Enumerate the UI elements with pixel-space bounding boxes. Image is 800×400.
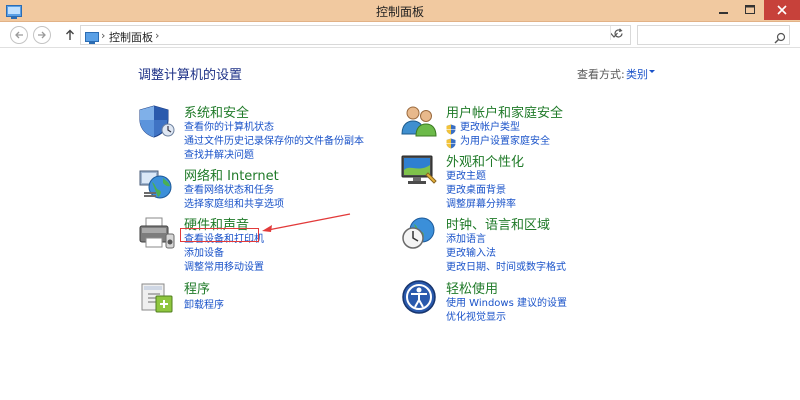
link-desktop-background[interactable]: 更改桌面背景 bbox=[446, 181, 506, 196]
link-homegroup-sharing[interactable]: 选择家庭组和共享选项 bbox=[184, 195, 284, 210]
link-change-theme[interactable]: 更改主题 bbox=[446, 167, 486, 182]
up-button[interactable] bbox=[63, 27, 77, 43]
refresh-button[interactable] bbox=[610, 26, 626, 40]
link-change-account-type[interactable]: 更改帐户类型 bbox=[460, 118, 520, 133]
annotation-highlight-box bbox=[180, 228, 259, 242]
close-button[interactable] bbox=[764, 0, 800, 20]
link-network-status[interactable]: 查看网络状态和任务 bbox=[184, 181, 274, 196]
monitor-icon[interactable] bbox=[400, 151, 438, 189]
link-mobility-settings[interactable]: 调整常用移动设置 bbox=[184, 258, 264, 273]
link-family-safety[interactable]: 为用户设置家庭安全 bbox=[460, 132, 550, 147]
link-file-history-backup[interactable]: 通过文件历史记录保存你的文件备份副本 bbox=[184, 132, 364, 147]
link-screen-resolution[interactable]: 调整屏幕分辨率 bbox=[446, 195, 516, 210]
programs-icon[interactable] bbox=[138, 278, 176, 316]
view-by-dropdown[interactable]: 类别 bbox=[626, 66, 648, 82]
search-box[interactable] bbox=[637, 25, 790, 45]
link-date-time-format[interactable]: 更改日期、时间或数字格式 bbox=[446, 258, 566, 273]
page-title: 调整计算机的设置 bbox=[138, 68, 243, 83]
window-title: 控制面板 bbox=[375, 5, 424, 19]
shield-icon[interactable] bbox=[138, 102, 176, 140]
category-title[interactable]: 程序 bbox=[184, 278, 210, 297]
forward-button[interactable] bbox=[33, 26, 51, 44]
link-view-computer-status[interactable]: 查看你的计算机状态 bbox=[184, 118, 274, 133]
accessibility-icon[interactable] bbox=[400, 278, 438, 316]
title-bar: 控制面板 bbox=[0, 0, 800, 22]
link-optimize-visual-display[interactable]: 优化视觉显示 bbox=[446, 308, 506, 323]
refresh-icon bbox=[614, 27, 623, 37]
arrow-up-icon bbox=[66, 29, 74, 40]
maximize-button[interactable] bbox=[738, 0, 762, 20]
view-by-label: 查看方式: bbox=[577, 68, 625, 81]
arrow-left-icon bbox=[15, 31, 23, 39]
clock-globe-icon[interactable] bbox=[400, 214, 438, 252]
link-add-language[interactable]: 添加语言 bbox=[446, 230, 486, 245]
breadcrumb-control-panel[interactable]: 控制面板 bbox=[109, 29, 153, 45]
breadcrumb-separator[interactable]: › bbox=[155, 29, 159, 42]
uac-shield-icon bbox=[446, 120, 456, 135]
address-bar[interactable]: › 控制面板 › bbox=[80, 25, 631, 45]
annotation-arrow-icon bbox=[262, 213, 351, 232]
chevron-down-icon[interactable] bbox=[649, 70, 655, 73]
search-icon[interactable] bbox=[774, 29, 786, 44]
search-input[interactable] bbox=[640, 27, 768, 43]
minimize-button[interactable] bbox=[712, 0, 736, 20]
link-troubleshoot[interactable]: 查找并解决问题 bbox=[184, 146, 254, 161]
link-change-input-method[interactable]: 更改输入法 bbox=[446, 244, 496, 259]
printer-icon[interactable] bbox=[138, 214, 176, 252]
link-add-device[interactable]: 添加设备 bbox=[184, 244, 224, 259]
network-globe-icon[interactable] bbox=[138, 165, 176, 203]
navigation-bar: › 控制面板 › bbox=[0, 22, 800, 48]
users-icon[interactable] bbox=[400, 102, 438, 140]
back-button[interactable] bbox=[10, 26, 28, 44]
breadcrumb-separator: › bbox=[101, 29, 106, 42]
link-uninstall-program[interactable]: 卸载程序 bbox=[184, 296, 224, 311]
arrow-right-icon bbox=[38, 31, 46, 39]
link-windows-recommended-settings[interactable]: 使用 Windows 建议的设置 bbox=[446, 294, 567, 309]
control-panel-icon bbox=[85, 29, 99, 44]
uac-shield-icon bbox=[446, 134, 456, 149]
